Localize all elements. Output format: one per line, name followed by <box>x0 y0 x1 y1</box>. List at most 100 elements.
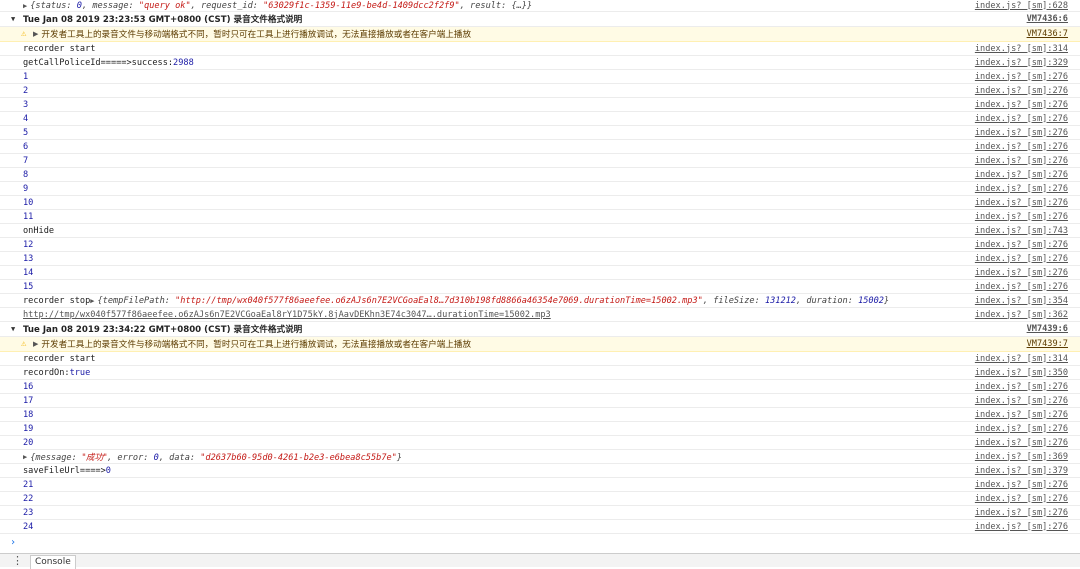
log-text: getCallPoliceId=====>success: <box>23 57 174 68</box>
log-message: 1 <box>23 70 28 83</box>
log-message: ▶ 开发者工具上的录音文件与移动端格式不同，暂时只可在工具上进行播放调试，无法直接… <box>33 337 471 351</box>
source-link[interactable]: index.js? [sm]:362 <box>975 308 1068 321</box>
source-link[interactable]: index.js? [sm]:276 <box>975 422 1068 435</box>
source-link[interactable]: index.js? [sm]:276 <box>975 520 1068 533</box>
log-number: 19 <box>23 423 34 434</box>
log-message: recordOn: true <box>23 366 90 379</box>
obj-text: , request_id: <box>190 0 264 11</box>
source-link[interactable]: index.js? [sm]:276 <box>975 252 1068 265</box>
log-row-number: 22 index.js? [sm]:276 <box>0 492 1080 506</box>
log-message: 3 <box>23 98 28 111</box>
source-link[interactable]: index.js? [sm]:276 <box>975 112 1068 125</box>
log-message: 7 <box>23 154 28 167</box>
group-header[interactable]: ▼ Tue Jan 08 2019 23:23:53 GMT+0800 (CST)… <box>0 12 1080 27</box>
obj-text: } <box>883 295 890 306</box>
group-title: Tue Jan 08 2019 23:23:53 GMT+0800 (CST) … <box>23 15 303 25</box>
source-link[interactable]: index.js? [sm]:276 <box>975 266 1068 279</box>
source-link[interactable]: index.js? [sm]:276 <box>975 182 1068 195</box>
expand-arrow-icon[interactable]: ▶ <box>23 2 27 10</box>
log-message: ▶ 开发者工具上的录音文件与移动端格式不同，暂时只可在工具上进行播放调试，无法直接… <box>33 27 471 41</box>
log-number: 17 <box>23 395 34 406</box>
expand-arrow-icon[interactable]: ▶ <box>23 453 27 461</box>
log-boolean: true <box>69 367 91 378</box>
obj-text: {status: <box>30 0 77 11</box>
source-link[interactable]: index.js? [sm]:354 <box>975 294 1068 307</box>
group-header[interactable]: ▼ Tue Jan 08 2019 23:34:22 GMT+0800 (CST)… <box>0 322 1080 337</box>
log-number: 12 <box>23 239 34 250</box>
expand-arrow-icon[interactable]: ▶ <box>90 297 94 305</box>
log-message: Tue Jan 08 2019 23:23:53 GMT+0800 (CST) … <box>23 12 302 26</box>
source-link[interactable]: index.js? [sm]:276 <box>975 70 1068 83</box>
obj-data: "d2637b60-95d0-4261-b2e3-e6bea8c55b7e" <box>200 452 397 463</box>
log-number: 2988 <box>173 57 194 68</box>
source-link[interactable]: index.js? [sm]:276 <box>975 196 1068 209</box>
source-link[interactable]: VM7439:7 <box>1027 337 1068 351</box>
source-link[interactable]: index.js? [sm]:276 <box>975 140 1068 153</box>
source-link[interactable]: index.js? [sm]:276 <box>975 280 1068 293</box>
log-message: recorder start <box>23 352 95 365</box>
source-link[interactable]: index.js? [sm]:276 <box>975 436 1068 449</box>
drawer-menu-icon[interactable]: ⋮ <box>12 555 23 567</box>
log-message: http://tmp/wx040f577f86aeefee.o6zAJs6n7E… <box>23 308 551 321</box>
log-number: 16 <box>23 381 34 392</box>
log-row-number: 10 index.js? [sm]:276 <box>0 196 1080 210</box>
source-link[interactable]: VM7439:6 <box>1027 322 1068 336</box>
log-row-recorder-start: recorder start index.js? [sm]:314 <box>0 352 1080 366</box>
source-link[interactable]: index.js? [sm]:276 <box>975 210 1068 223</box>
file-url-link[interactable]: http://tmp/wx040f577f86aeefee.o6zAJs6n7E… <box>23 310 551 320</box>
source-link[interactable]: index.js? [sm]:276 <box>975 478 1068 491</box>
source-link[interactable]: index.js? [sm]:276 <box>975 98 1068 111</box>
collapse-arrow-icon: ▼ <box>11 15 16 23</box>
source-link[interactable]: index.js? [sm]:276 <box>975 126 1068 139</box>
expand-arrow-icon[interactable]: ▶ <box>33 340 38 348</box>
log-number: 13 <box>23 253 34 264</box>
log-message: ▶ {message: "成功", error: 0, data: "d2637b… <box>23 450 402 463</box>
log-message: 20 <box>23 436 33 449</box>
log-message: getCallPoliceId=====>success: 2988 <box>23 56 194 69</box>
log-text: recorder start <box>23 43 96 54</box>
log-message: 21 <box>23 478 33 491</box>
source-link[interactable]: index.js? [sm]:276 <box>975 154 1068 167</box>
object-preview[interactable]: {status: 0, message: "query ok", request… <box>30 1 532 11</box>
source-link[interactable]: index.js? [sm]:379 <box>975 464 1068 477</box>
log-row-number: 1 index.js? [sm]:276 <box>0 70 1080 84</box>
log-message: Tue Jan 08 2019 23:34:22 GMT+0800 (CST) … <box>23 322 302 336</box>
source-link[interactable]: index.js? [sm]:369 <box>975 450 1068 463</box>
log-message: 14 <box>23 266 33 279</box>
expand-arrow-icon[interactable]: ▶ <box>33 30 38 38</box>
source-link[interactable]: VM7436:6 <box>1027 12 1068 26</box>
source-link[interactable]: index.js? [sm]:276 <box>975 408 1068 421</box>
object-preview[interactable]: {message: "成功", error: 0, data: "d2637b6… <box>30 451 402 463</box>
warning-text: 开发者工具上的录音文件与移动端格式不同，暂时只可在工具上进行播放调试，无法直接播… <box>41 340 472 350</box>
source-link[interactable]: index.js? [sm]:276 <box>975 168 1068 181</box>
source-link[interactable]: index.js? [sm]:314 <box>975 352 1068 365</box>
log-row-number: 18 index.js? [sm]:276 <box>0 408 1080 422</box>
drawer-bar: ⋮ Console <box>0 553 1080 569</box>
source-link[interactable]: index.js? [sm]:276 <box>975 84 1068 97</box>
log-row-object: ▶ {message: "成功", error: 0, data: "d2637b… <box>0 450 1080 464</box>
source-link[interactable]: index.js? [sm]:743 <box>975 224 1068 237</box>
log-message: 11 <box>23 210 33 223</box>
source-link[interactable]: index.js? [sm]:276 <box>975 238 1068 251</box>
log-row-callpolice: getCallPoliceId=====>success: 2988 index.… <box>0 56 1080 70</box>
warning-text: 开发者工具上的录音文件与移动端格式不同，暂时只可在工具上进行播放调试，无法直接播… <box>41 30 472 40</box>
obj-text: , fileSize: <box>702 295 765 306</box>
source-link[interactable]: index.js? [sm]:628 <box>975 0 1068 11</box>
log-text: recorder start <box>23 353 96 364</box>
obj-temp-path: "http://tmp/wx040f577f86aeefee.o6zAJs6n7… <box>175 295 703 306</box>
source-link[interactable]: VM7436:7 <box>1027 27 1068 41</box>
source-link[interactable]: index.js? [sm]:329 <box>975 56 1068 69</box>
source-link[interactable]: index.js? [sm]:276 <box>975 394 1068 407</box>
source-link[interactable]: index.js? [sm]:314 <box>975 42 1068 55</box>
log-number: 2 <box>23 85 29 96</box>
source-link[interactable]: index.js? [sm]:276 <box>975 492 1068 505</box>
log-row-number: 15 index.js? [sm]:276 <box>0 280 1080 294</box>
console-prompt[interactable]: › <box>10 537 16 548</box>
log-number: 9 <box>23 183 29 194</box>
log-text: saveFileUrl====> <box>23 465 106 476</box>
log-message: 16 <box>23 380 33 393</box>
source-link[interactable]: index.js? [sm]:276 <box>975 380 1068 393</box>
source-link[interactable]: index.js? [sm]:350 <box>975 366 1068 379</box>
object-preview[interactable]: {tempFilePath: "http://tmp/wx040f577f86a… <box>97 296 889 306</box>
source-link[interactable]: index.js? [sm]:276 <box>975 506 1068 519</box>
